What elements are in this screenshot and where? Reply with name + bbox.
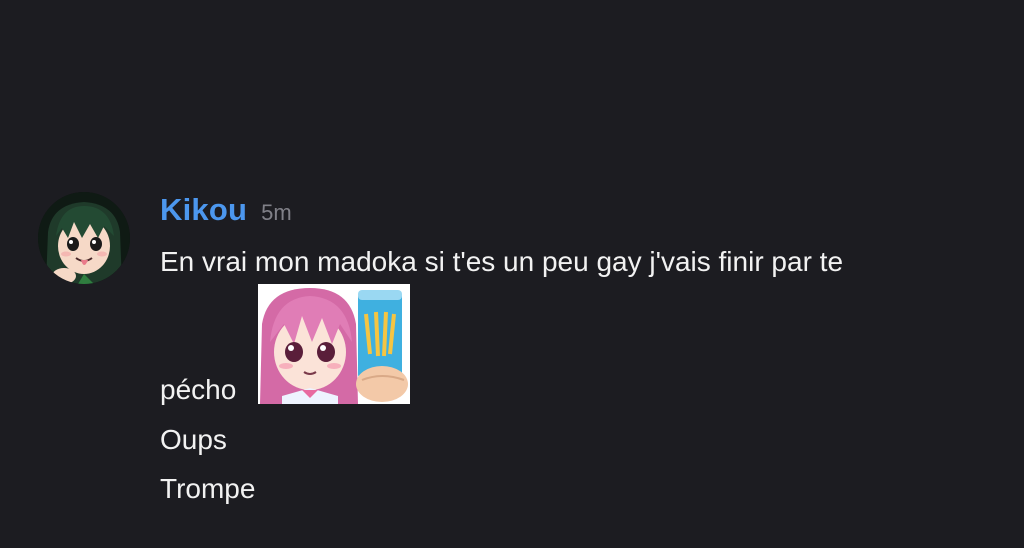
- message-text-line: En vrai mon madoka si t'es un peu gay j'…: [160, 246, 844, 277]
- message-header: Kikou 5m: [160, 192, 292, 232]
- timestamp[interactable]: 5m: [261, 200, 292, 226]
- anime-girl-energy-drink-emoji-icon[interactable]: [258, 284, 410, 404]
- message-text-line: Oups: [160, 424, 227, 455]
- anime-frog-girl-avatar-icon: [38, 192, 130, 284]
- message-text-line: pécho: [160, 374, 237, 405]
- user-avatar[interactable]: [38, 192, 130, 284]
- username[interactable]: Kikou: [160, 192, 247, 228]
- message-text-line: Trompe: [160, 473, 256, 504]
- chat-message: Kikou 5m En vrai mon madoka si t'es un p…: [0, 0, 1024, 548]
